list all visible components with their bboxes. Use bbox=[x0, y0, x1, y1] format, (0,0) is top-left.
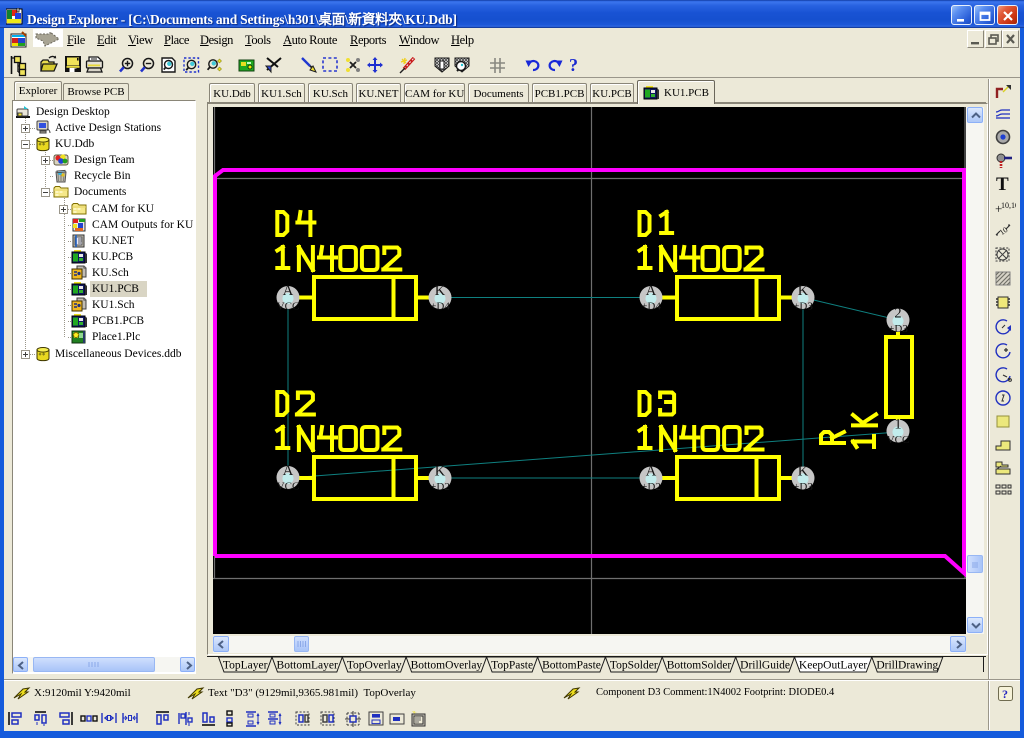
svg-text:+D2: +D2 bbox=[430, 481, 450, 493]
svg-text:K: K bbox=[798, 283, 809, 299]
svg-text:DrillDrawing: DrillDrawing bbox=[876, 660, 938, 672]
svg-text:KeepOutLayer: KeepOutLayer bbox=[799, 660, 867, 672]
svg-text:TopOverlay: TopOverlay bbox=[347, 660, 402, 672]
svg-text:BottomOverlay: BottomOverlay bbox=[411, 660, 483, 672]
svg-text:VCC: VCC bbox=[887, 434, 910, 446]
svg-text:+D3: +D3 bbox=[793, 301, 813, 313]
svg-text:K: K bbox=[435, 464, 446, 480]
svg-text:+D4: +D4 bbox=[430, 301, 450, 313]
svg-text:10,10: 10,10 bbox=[1001, 201, 1016, 210]
svg-text:BottomSolder: BottomSolder bbox=[667, 660, 732, 672]
svg-text:A: A bbox=[283, 283, 294, 299]
svg-text:A: A bbox=[646, 464, 657, 480]
svg-text:T: T bbox=[996, 175, 1009, 195]
svg-text:2: 2 bbox=[894, 306, 901, 322]
svg-text:+D3: +D3 bbox=[793, 481, 813, 493]
svg-text:A: A bbox=[283, 463, 294, 479]
svg-text:TopPaste: TopPaste bbox=[491, 660, 533, 672]
svg-text:TopSolder: TopSolder bbox=[610, 660, 658, 672]
svg-text:A: A bbox=[646, 283, 657, 299]
svg-text:DrillGuide: DrillGuide bbox=[740, 660, 790, 672]
svg-text:+D4: +D4 bbox=[641, 301, 661, 313]
svg-text:?: ? bbox=[1002, 687, 1008, 701]
svg-text:1: 1 bbox=[894, 417, 901, 433]
svg-text:+D2: +D2 bbox=[641, 481, 661, 493]
svg-text:K: K bbox=[435, 283, 446, 299]
svg-text:K: K bbox=[798, 464, 809, 480]
svg-text:BottomLayer: BottomLayer bbox=[277, 660, 338, 672]
svg-text:TopLayer: TopLayer bbox=[223, 660, 268, 672]
svg-text:VCC: VCC bbox=[277, 481, 300, 493]
svg-text:BottomPaste: BottomPaste bbox=[542, 660, 601, 672]
svg-text:VCC: VCC bbox=[277, 301, 300, 313]
svg-text:+D3: +D3 bbox=[888, 323, 908, 335]
